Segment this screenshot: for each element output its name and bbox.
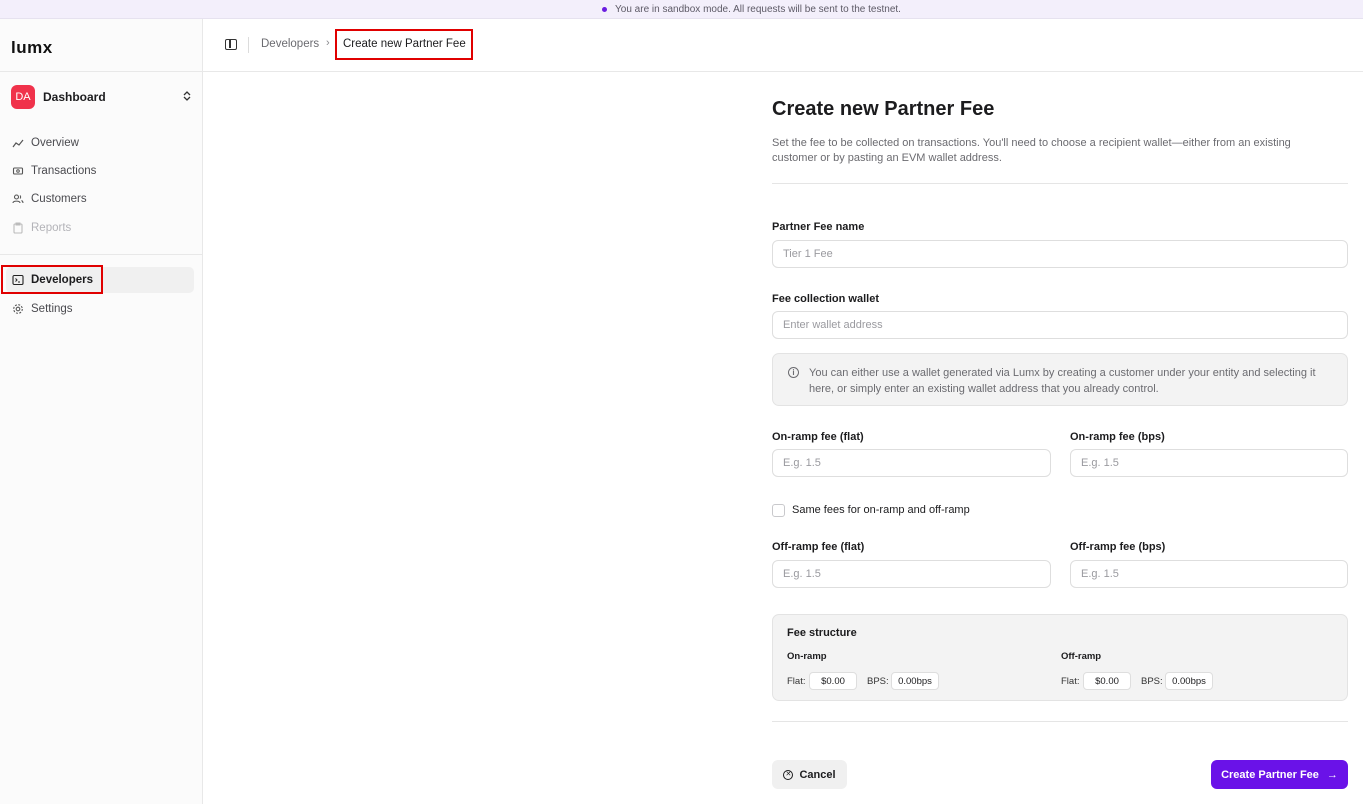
- org-name: Dashboard: [43, 90, 106, 104]
- same-fees-checkbox[interactable]: [772, 504, 785, 517]
- create-partner-fee-button[interactable]: Create Partner Fee →: [1211, 760, 1348, 789]
- gear-icon: [12, 303, 24, 315]
- sidebar-divider: [0, 254, 203, 255]
- breadcrumb-developers[interactable]: Developers: [261, 38, 319, 50]
- sidebar-item-overview[interactable]: Overview: [6, 130, 194, 156]
- onramp-flat-key: Flat:: [787, 676, 806, 687]
- sidebar-item-reports: Reports: [6, 215, 194, 241]
- onramp-flat-label: On-ramp fee (flat): [772, 431, 864, 443]
- fee-wallet-input[interactable]: Enter wallet address: [772, 311, 1348, 339]
- clipboard-icon: [12, 222, 24, 234]
- wallet-info-text: You can either use a wallet generated vi…: [809, 367, 1316, 395]
- sidebar-item-label: Overview: [31, 137, 79, 149]
- section-divider: [772, 721, 1348, 722]
- close-circle-icon: ✕: [783, 769, 794, 780]
- lumx-logo[interactable]: lumx: [11, 38, 53, 58]
- offramp-bps-value: 0.00bps: [1165, 672, 1213, 690]
- highlight-box: [335, 29, 473, 60]
- page-description: Set the fee to be collected on transacti…: [772, 137, 1291, 164]
- chevron-up-down-icon: [183, 90, 191, 104]
- offramp-flat-key: Flat:: [1061, 676, 1080, 687]
- sidebar-item-label: Customers: [31, 193, 87, 205]
- sidebar-item-settings[interactable]: Settings: [6, 296, 194, 322]
- sidebar-item-label: Settings: [31, 303, 73, 315]
- partner-fee-name-input[interactable]: Tier 1 Fee: [772, 240, 1348, 268]
- sidebar-divider: [0, 71, 203, 72]
- fee-wallet-label: Fee collection wallet: [772, 293, 879, 305]
- cancel-button-label: Cancel: [799, 768, 836, 781]
- org-switcher[interactable]: DA Dashboard: [11, 84, 191, 110]
- chart-icon: [12, 137, 24, 149]
- onramp-bps-label: On-ramp fee (bps): [1070, 431, 1165, 443]
- chevron-right-icon: ›: [326, 37, 330, 49]
- onramp-bps-key: BPS:: [867, 676, 889, 687]
- sidebar-item-transactions[interactable]: Transactions: [6, 158, 194, 184]
- header-divider: [248, 37, 249, 53]
- partner-fee-name-label: Partner Fee name: [772, 221, 865, 233]
- fee-structure-title: Fee structure: [787, 627, 857, 639]
- status-dot-icon: [602, 6, 608, 12]
- sandbox-banner-text: You are in sandbox mode. All requests wi…: [615, 3, 901, 15]
- offramp-summary-title: Off-ramp: [1061, 651, 1102, 662]
- sidebar-toggle-icon[interactable]: [225, 39, 237, 50]
- users-icon: [12, 193, 24, 205]
- onramp-bps-input[interactable]: E.g. 1.5: [1070, 449, 1348, 477]
- sandbox-banner: You are in sandbox mode. All requests wi…: [0, 0, 1363, 19]
- offramp-flat-label: Off-ramp fee (flat): [772, 541, 865, 553]
- arrow-right-icon: →: [1326, 768, 1338, 781]
- org-avatar: DA: [11, 85, 35, 109]
- offramp-bps-label: Off-ramp fee (bps): [1070, 541, 1166, 553]
- offramp-flat-value: $0.00: [1083, 672, 1131, 690]
- wallet-info-callout: i You can either use a wallet generated …: [772, 353, 1348, 406]
- offramp-flat-input[interactable]: E.g. 1.5: [772, 560, 1051, 588]
- info-icon: i: [788, 367, 799, 378]
- same-fees-label[interactable]: Same fees for on-ramp and off-ramp: [792, 504, 970, 516]
- offramp-bps-key: BPS:: [1141, 676, 1163, 687]
- page-title: Create new Partner Fee: [772, 98, 995, 120]
- onramp-flat-input[interactable]: E.g. 1.5: [772, 449, 1051, 477]
- onramp-bps-value: 0.00bps: [891, 672, 939, 690]
- transactions-icon: [12, 165, 24, 177]
- onramp-flat-value: $0.00: [809, 672, 857, 690]
- onramp-summary-title: On-ramp: [787, 651, 827, 662]
- cancel-button[interactable]: ✕ Cancel: [772, 760, 847, 789]
- create-button-label: Create Partner Fee: [1221, 768, 1319, 781]
- offramp-bps-input[interactable]: E.g. 1.5: [1070, 560, 1348, 588]
- section-divider: [772, 183, 1348, 184]
- sidebar-item-label: Transactions: [31, 165, 97, 177]
- top-header: Developers › Create new Partner Fee: [203, 19, 1363, 72]
- sidebar-item-customers[interactable]: Customers: [6, 186, 194, 212]
- sidebar-item-label: Reports: [31, 222, 72, 234]
- fee-structure-summary: Fee structure On-ramp Flat: $0.00 BPS: 0…: [772, 614, 1348, 701]
- highlight-box: [1, 265, 103, 294]
- sidebar: lumx DA Dashboard Overview Transactions …: [0, 19, 203, 804]
